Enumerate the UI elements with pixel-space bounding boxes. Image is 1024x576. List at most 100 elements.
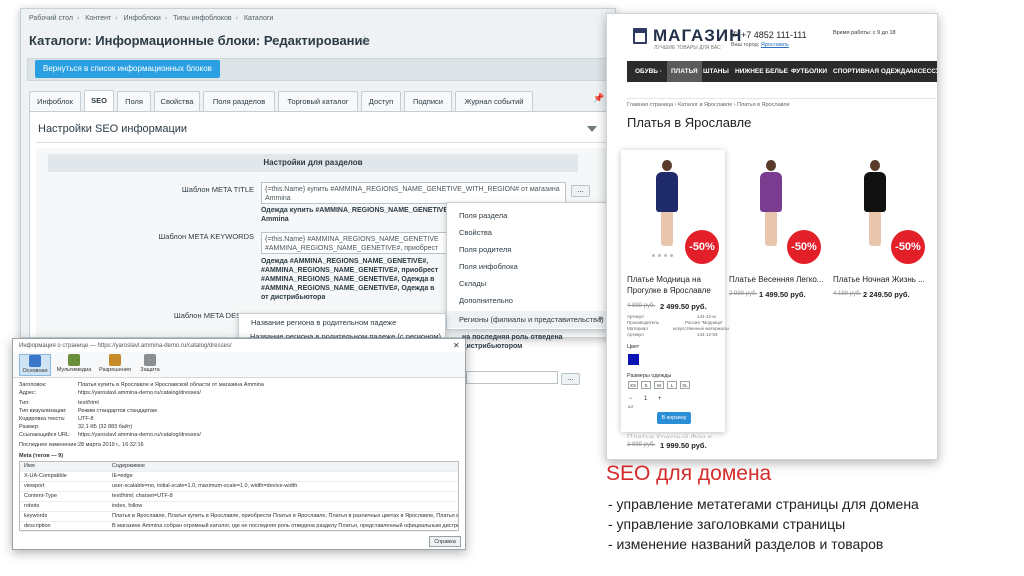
color-swatch[interactable]	[628, 354, 639, 365]
tab-captions[interactable]: Подписи	[404, 91, 452, 111]
price: 1 499.50 руб.	[759, 290, 806, 299]
submenu-item-region-genitive[interactable]: Название региона в родительном падеже	[251, 318, 396, 327]
breadcrumb-item[interactable]: Рабочий стол	[29, 15, 73, 22]
tab-section-fields[interactable]: Поля разделов	[203, 91, 275, 111]
shop-phone[interactable]: +7 4852 111-111	[741, 30, 807, 40]
help-button[interactable]: Справка	[429, 536, 461, 547]
product-name[interactable]: Платье Ночная Жизнь ...	[833, 274, 925, 285]
size-option[interactable]: XS	[628, 381, 638, 389]
info-value: https://yaroslavl.ammina-demo.ru/catalog…	[78, 432, 201, 438]
product-name[interactable]: Платье Весенняя Легко...	[729, 274, 823, 285]
back-to-list-button[interactable]: Вернуться в список информационных блоков	[35, 60, 220, 78]
nav-item-tshirts[interactable]: ФУТБОЛКИ	[787, 61, 831, 82]
meta-title-insert-button[interactable]: ...	[571, 185, 590, 197]
size-option[interactable]: S	[641, 381, 651, 389]
menu-item-section-fields[interactable]: Поля раздела	[447, 207, 607, 224]
info-value: Режим стандартов стандартам	[78, 408, 157, 414]
info-value: 28 марта 2019 г., 16:32:16	[78, 442, 144, 448]
toolbar-security[interactable]: Защита	[137, 354, 163, 373]
menu-item-regions[interactable]: Регионы (филиалы и представительства)	[447, 311, 607, 328]
nav-item-dresses[interactable]: ПЛАТЬЯ	[667, 61, 702, 82]
shop-breadcrumb[interactable]: Главная страница › Каталог в Ярославле ›…	[627, 102, 790, 108]
qty-minus[interactable]: −	[629, 396, 633, 402]
section-heading: Настройки для разделов	[48, 154, 578, 172]
breadcrumb-item[interactable]: Каталоги	[244, 15, 273, 22]
table-header: Имя Содержимое	[20, 462, 458, 472]
tab-trade-catalog[interactable]: Торговый каталог	[278, 91, 358, 111]
nav-item-accessories[interactable]: АКСЕССУ	[905, 61, 937, 82]
star-icon[interactable]: ☆	[359, 33, 371, 49]
product-name[interactable]: Платье Модница на	[627, 274, 701, 285]
toolbar-general[interactable]: Основная	[19, 354, 51, 376]
table-row[interactable]: X-UA-Compatible IE=edge	[20, 472, 458, 482]
info-key: Адрес:	[19, 390, 37, 396]
shop-slogan: ЛУЧШИЕ ТОВАРЫ ДЛЯ ВАС	[654, 45, 721, 51]
nav-item-pants[interactable]: ШТАНЫ	[699, 61, 733, 82]
add-to-cart-button[interactable]: В корзину	[657, 412, 691, 424]
sizes-label: Размеры одежды	[627, 373, 672, 379]
tab-properties[interactable]: Свойства	[154, 91, 200, 111]
menu-item-infoblock-fields[interactable]: Поля инфоблока	[447, 258, 607, 275]
table-row[interactable]: robots index, follow	[20, 502, 458, 512]
table-row[interactable]: viewport user-scalable=no, initial-scale…	[20, 482, 458, 492]
product-image[interactable]	[855, 160, 895, 250]
info-value: https://yaroslavl.ammina-demo.ru/catalog…	[78, 390, 201, 396]
tab-seo[interactable]: SEO	[84, 90, 114, 112]
toolbar-media[interactable]: Мультимедиа	[55, 354, 93, 373]
shop-logo[interactable]: МАГАЗИН	[653, 26, 742, 46]
search-bar[interactable]	[627, 83, 937, 99]
info-key: Ссылающийся URL:	[19, 432, 71, 438]
menu-item-parent-fields[interactable]: Поля родителя	[447, 241, 607, 258]
info-key: Тип визуализации:	[19, 408, 67, 414]
breadcrumb-item[interactable]: Контент	[85, 15, 111, 22]
close-icon[interactable]: ✕	[453, 341, 460, 350]
discount-badge: -50%	[787, 230, 821, 264]
nav-item-sportswear[interactable]: СПОРТИВНАЯ ОДЕЖДА	[829, 61, 914, 82]
product-name-line-2[interactable]: Прогулке в Ярославле	[627, 285, 711, 296]
meta-keywords-input[interactable]: {=this.Name} #AMMINA_REGIONS_NAME_GENETI…	[261, 232, 451, 254]
city-link[interactable]: Ярославль	[761, 42, 789, 48]
price: 1 999.50 руб.	[660, 441, 707, 450]
qty-plus[interactable]: +	[658, 396, 662, 402]
toolbar-permissions[interactable]: Разрешения	[97, 354, 133, 373]
description-preview-2: дистрибьютором	[462, 343, 523, 350]
nav-item-underwear[interactable]: НИЖНЕЕ БЕЛЬЕ	[731, 61, 792, 82]
price: 2 249.50 руб.	[863, 290, 910, 299]
tab-fields[interactable]: Поля	[117, 91, 151, 111]
collapse-icon[interactable]	[587, 126, 597, 132]
product-image[interactable]	[751, 160, 791, 250]
product-name-clipped[interactable]: Платье Красный Фон в	[627, 432, 712, 438]
meta-description-label: Шаблон META DESCRI	[173, 311, 254, 320]
meta-keywords-preview-5: от дистрибьютора	[261, 294, 326, 301]
product-image[interactable]	[647, 160, 687, 250]
table-row[interactable]: keywords Платья в Ярославле, Платья купи…	[20, 512, 458, 522]
qty-value[interactable]: 1	[644, 396, 647, 402]
meta-title-label: Шаблон META TITLE	[181, 185, 254, 194]
nav-item-shoes[interactable]: ОБУВЬ ·	[631, 61, 666, 82]
city-selector[interactable]: Ваш город: Ярославль	[731, 42, 789, 48]
meta-table[interactable]: Имя Содержимое X-UA-Compatible IE=edge v…	[19, 461, 459, 532]
size-option[interactable]: L	[667, 381, 677, 389]
tab-infoblock[interactable]: Инфоблок	[29, 91, 81, 111]
tab-event-log[interactable]: Журнал событий	[455, 91, 533, 111]
info-key: Заголовок:	[19, 382, 47, 388]
spec-value: 144-12-03	[697, 332, 718, 337]
tab-access[interactable]: Доступ	[361, 91, 401, 111]
menu-item-properties[interactable]: Свойства	[447, 224, 607, 241]
size-option[interactable]: XL	[680, 381, 690, 389]
table-row[interactable]: description В магазине Ammina собран огр…	[20, 522, 458, 532]
pin-icon[interactable]: 📌	[593, 93, 604, 104]
extra-template-input[interactable]	[466, 371, 558, 384]
menu-item-warehouses[interactable]: Склады	[447, 275, 607, 292]
menu-item-additional[interactable]: Дополнительно	[447, 292, 607, 309]
dialog-toolbar: Основная Мультимедиа Разрешения Защита	[13, 352, 465, 378]
meta-description-insert-button[interactable]: ...	[561, 373, 580, 385]
meta-heading: Meta (тегов — 9)	[19, 453, 64, 459]
main-nav: ОБУВЬ · ПЛАТЬЯ ШТАНЫ НИЖНЕЕ БЕЛЬЕ ФУТБОЛ…	[627, 61, 937, 82]
size-option[interactable]: M	[654, 381, 664, 389]
meta-title-input[interactable]: {=this.Name} купить #AMMINA_REGIONS_NAME…	[261, 182, 566, 204]
breadcrumb-item[interactable]: Инфоблоки	[123, 15, 160, 22]
table-row[interactable]: Content-Type text/html; charset=UTF-8	[20, 492, 458, 502]
breadcrumb-item[interactable]: Типы инфоблоков	[173, 15, 232, 22]
meta-title-value: {=this.Name} купить #AMMINA_REGIONS_NAME…	[265, 186, 560, 202]
